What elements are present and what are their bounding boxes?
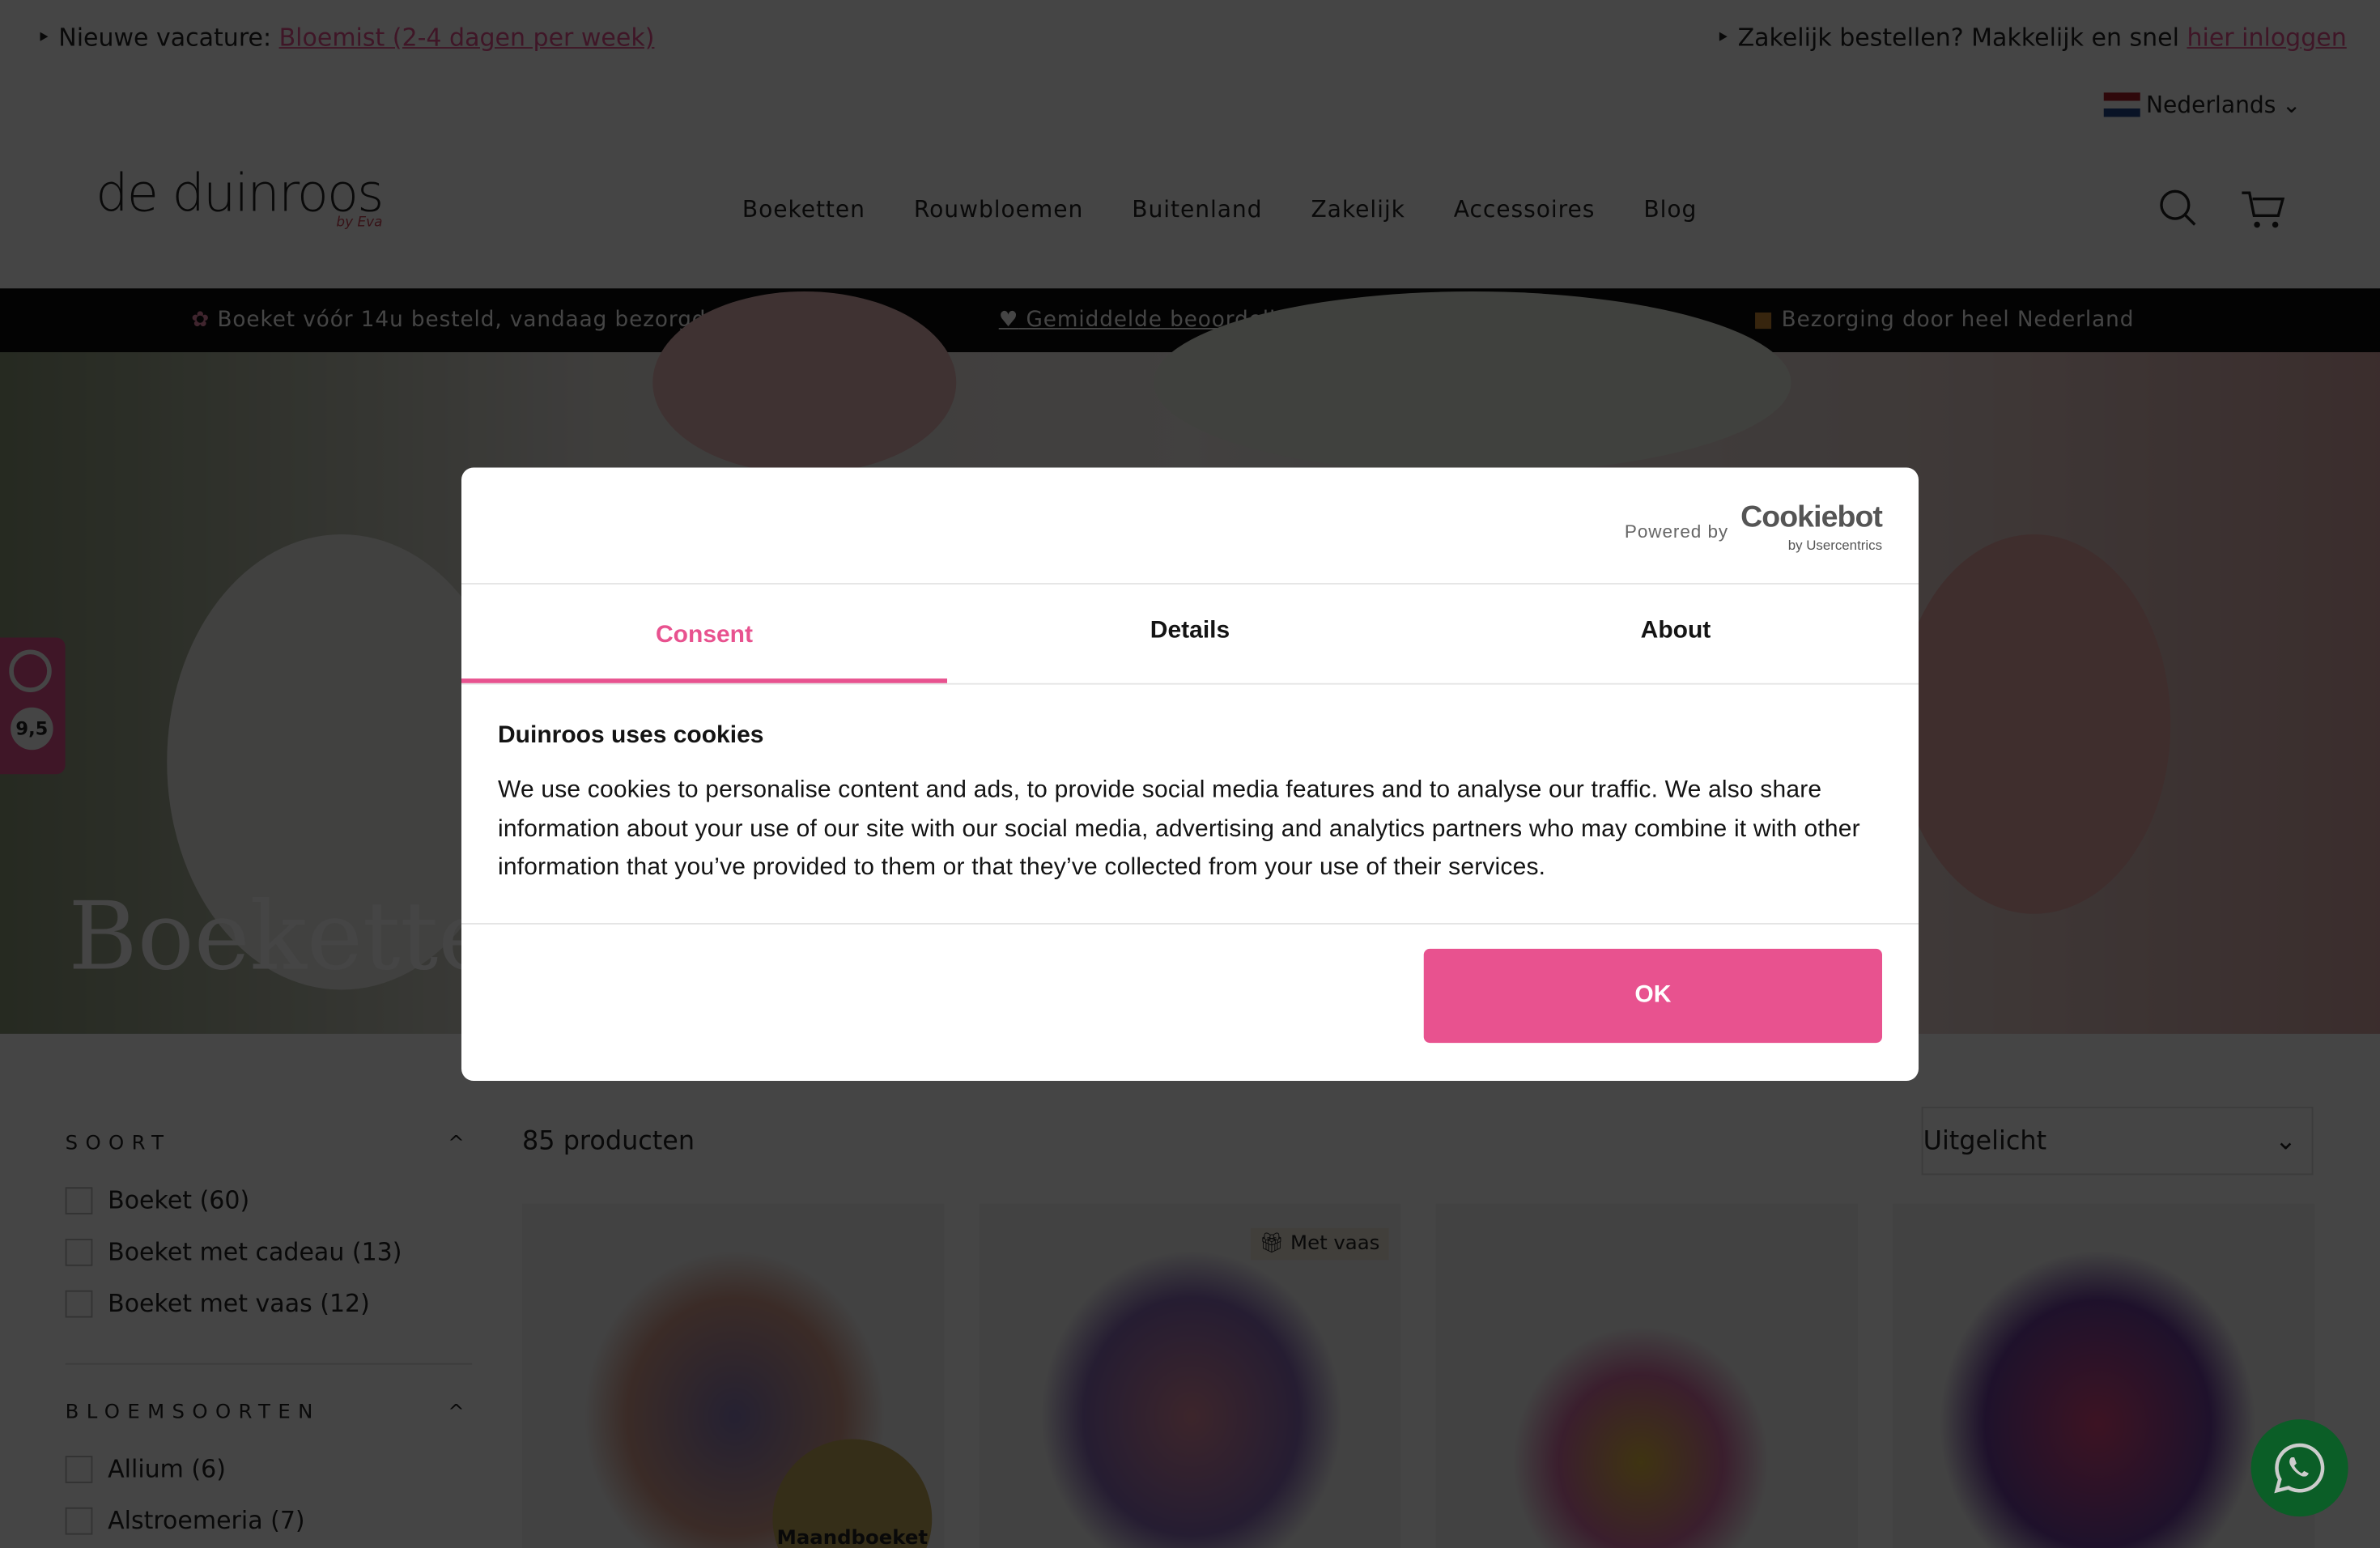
announcement-bar: ‣ Nieuwe vacature: Bloemist (2-4 dagen p… (0, 0, 2380, 76)
hero-flowers (1154, 291, 1791, 474)
nav-zakelijk[interactable]: Zakelijk (1311, 196, 1405, 223)
header-icons (2158, 189, 2286, 232)
vacancy-announcement: ‣ Nieuwe vacature: Bloemist (2-4 dagen p… (36, 23, 655, 52)
product-card[interactable]: 🎁︎ Met vaas (979, 1203, 1401, 1548)
hero-flowers (1897, 534, 2171, 914)
cookie-tabs: Consent Details About (461, 583, 1919, 685)
filter-option[interactable]: Boeket met vaas (12) (65, 1289, 473, 1318)
checkbox[interactable] (65, 1506, 93, 1534)
tab-consent[interactable]: Consent (461, 585, 947, 683)
heart-icon: ♥ (998, 308, 1019, 333)
filter-group-header[interactable]: SOORT ^ (66, 1133, 473, 1155)
hero-flowers (652, 291, 957, 474)
nav-accessoires[interactable]: Accessoires (1454, 196, 1596, 223)
truck-icon: ■ (1753, 308, 1774, 333)
checkbox[interactable] (65, 1289, 93, 1317)
kiyoh-logo-icon (9, 649, 52, 692)
tab-details[interactable]: Details (947, 585, 1433, 683)
cookie-consent-dialog: Powered by Cookiebot by Usercentrics Conse… (461, 467, 1919, 1081)
filter-option[interactable]: Allium (6) (65, 1454, 473, 1483)
product-image (1938, 1249, 2258, 1548)
rating-badge[interactable]: 9,5 (0, 637, 66, 775)
vacancy-link[interactable]: Bloemist (2-4 dagen per week) (279, 23, 655, 52)
product-count: 85 producten (522, 1126, 695, 1157)
gift-icon: 🎁︎ (1259, 1232, 1285, 1256)
chevron-down-icon: ⌄ (2281, 91, 2301, 119)
filter-option[interactable]: Alstroemeria (7) (65, 1506, 473, 1535)
chevron-up-icon: ^ (448, 1401, 473, 1424)
chevron-down-icon: ⌄ (2275, 1125, 2297, 1156)
cookie-description: We use cookies to personalise content an… (498, 777, 1860, 881)
divider (65, 1363, 473, 1365)
usp-delivery: ■ Bezorging door heel Nederland (1753, 308, 2135, 333)
business-login-link[interactable]: hier inloggen (2187, 23, 2346, 52)
chevron-up-icon: ^ (448, 1132, 473, 1155)
logo[interactable]: de duinroos by Eva (96, 164, 384, 232)
rating-score: 9,5 (11, 707, 53, 751)
whatsapp-button[interactable] (2250, 1419, 2348, 1517)
product-card[interactable]: Maandboeket (522, 1203, 945, 1548)
tab-about[interactable]: About (1433, 585, 1919, 683)
whatsapp-icon (2274, 1443, 2325, 1494)
product-image (1039, 1249, 1344, 1548)
filter-option[interactable]: Boeket (60) (65, 1185, 473, 1214)
nav-rouwbloemen[interactable]: Rouwbloemen (914, 196, 1083, 223)
sort-select[interactable]: Uitgelicht ⌄ (1921, 1106, 2314, 1176)
vase-badge: 🎁︎ Met vaas (1250, 1227, 1389, 1261)
language-selector[interactable]: Nederlands ⌄ (2103, 91, 2301, 119)
cookie-content: Duinroos uses cookies We use cookies to … (498, 723, 1882, 887)
dutch-flag-icon (2103, 92, 2140, 117)
nav-buitenland[interactable]: Buitenland (1132, 196, 1262, 223)
cart-icon[interactable] (2241, 189, 2286, 232)
checkbox[interactable] (65, 1455, 93, 1482)
main-nav: Boeketten Rouwbloemen Buitenland Zakelij… (742, 196, 1697, 223)
divider (461, 923, 1919, 925)
filters-sidebar: SOORT ^ Boeket (60) Boeket met cadeau (13… (65, 1124, 473, 1548)
cookiebot-branding[interactable]: Powered by Cookiebot by Usercentrics (1625, 500, 1883, 559)
flower-icon: ✿ (191, 308, 210, 333)
filter-group-header[interactable]: BLOEMSOORTEN ^ (66, 1401, 473, 1424)
filter-option[interactable]: Boeket met cadeau (13) (65, 1237, 473, 1266)
usp-same-day: ✿ Boeket vóór 14u besteld, vandaag bezor… (191, 308, 707, 333)
checkbox[interactable] (65, 1186, 93, 1214)
business-announcement: ‣ Zakelijk bestellen? Makkelijk en snel … (1715, 23, 2347, 52)
search-icon[interactable] (2158, 189, 2198, 228)
ok-button[interactable]: OK (1423, 948, 1882, 1044)
product-card[interactable] (1435, 1203, 1858, 1548)
product-image (1511, 1325, 1770, 1548)
nav-blog[interactable]: Blog (1643, 196, 1697, 223)
cookiebot-logo: Cookiebot by Usercentrics (1740, 500, 1883, 553)
cookie-title: Duinroos uses cookies (498, 722, 764, 749)
nav-boeketten[interactable]: Boeketten (742, 196, 865, 223)
product-card[interactable] (1893, 1203, 2315, 1548)
checkbox[interactable] (65, 1238, 93, 1265)
